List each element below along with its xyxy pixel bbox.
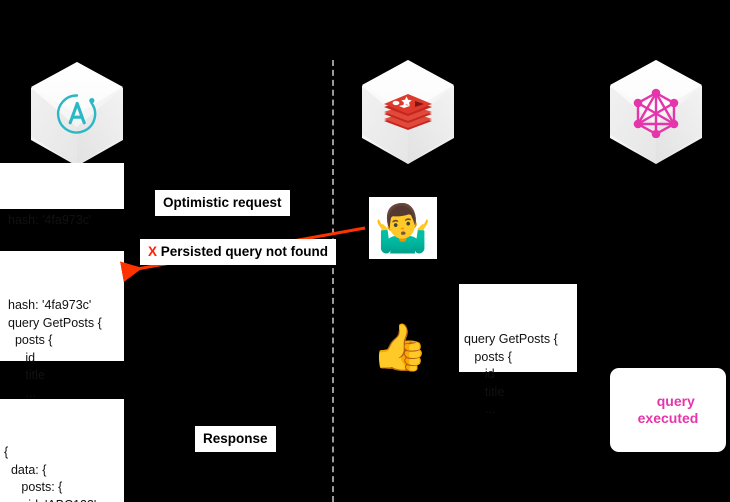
document-hash-query-text: hash: '4fa973c' query GetPosts { posts {… <box>8 298 102 400</box>
document-hash: hash: '4fa973c' <box>0 163 124 227</box>
document-query-text: query GetPosts { posts { id title ... <box>464 332 558 416</box>
document-query: query GetPosts { posts { id title ... <box>459 284 577 416</box>
label-response-text: Response <box>203 431 268 446</box>
document-response: { data: { posts: { id: 'ABC123', ... <box>0 399 124 502</box>
diagram-canvas: hash: '4fa973c' hash: '4fa973c' query Ge… <box>0 0 730 502</box>
man-shrugging-emoji: 🤷‍♂️ <box>369 197 437 259</box>
document-response-text: { data: { posts: { id: 'ABC123', ... <box>4 445 100 502</box>
vertical-dashed-divider <box>332 60 334 502</box>
label-persisted-query-not-found-text: Persisted query not found <box>160 244 329 259</box>
label-optimistic-request-text: Optimistic request <box>163 195 282 210</box>
thumbs-up-emoji: 👍 <box>370 318 430 376</box>
document-hash-query: hash: '4fa973c' query GetPosts { posts {… <box>0 251 124 400</box>
node-apollo <box>31 62 123 166</box>
thumbs-up-emoji-glyph: 👍 <box>371 321 429 373</box>
label-optimistic-request: Optimistic request <box>155 190 290 216</box>
label-persisted-query-not-found: X Persisted query not found <box>140 239 337 265</box>
badge-query-executed-text: query executed <box>637 393 699 426</box>
document-hash-text: hash: '4fa973c' <box>8 213 92 227</box>
apollo-logo-icon <box>31 62 123 166</box>
error-x-icon: X <box>148 244 158 259</box>
man-shrugging-emoji-glyph: 🤷‍♂️ <box>374 202 432 254</box>
redis-logo-icon <box>362 60 454 164</box>
graphql-logo-icon <box>610 60 702 164</box>
label-response: Response <box>195 426 276 452</box>
badge-query-executed: query executed <box>610 368 726 452</box>
node-redis <box>362 60 454 164</box>
node-graphql <box>610 60 702 164</box>
paper-wave-edge <box>0 188 124 208</box>
